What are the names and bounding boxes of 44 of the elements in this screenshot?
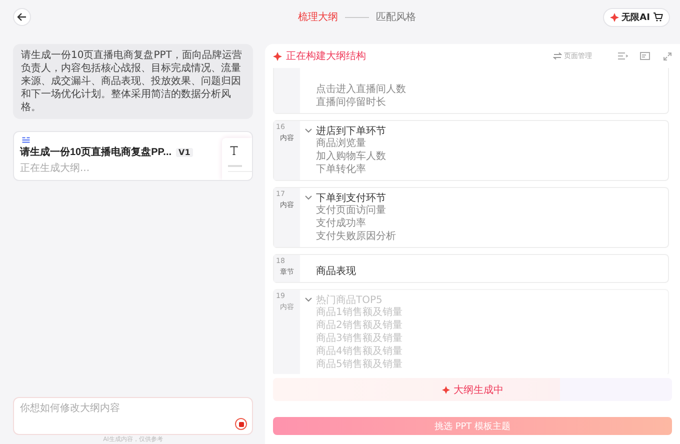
progress-label: 大纲生成中: [454, 384, 504, 396]
stop-button[interactable]: [235, 418, 247, 430]
outline-item: 点击进入直播间人数: [315, 83, 406, 96]
outline-card[interactable]: 请生成一份10页直播电商复盘PP... V1 正在生成大纲...: [13, 131, 253, 181]
cart-icon: [652, 12, 663, 22]
sparkle-icon: [610, 12, 619, 22]
text-icon: [228, 146, 240, 156]
outline-status: 正在构建大纲结构: [286, 50, 366, 63]
chevron-down-icon[interactable]: [305, 128, 312, 133]
sparkle-icon: [273, 52, 282, 60]
outline-item: 商品3销售额及销量: [315, 332, 402, 345]
list-icon[interactable]: [618, 52, 628, 60]
outline-item: 商品浏览量: [315, 137, 367, 150]
swap-icon: [553, 52, 562, 60]
step-tab[interactable]: 匹配风格: [376, 10, 416, 24]
slide-icon[interactable]: [640, 52, 651, 60]
outline-item: 支付失败原因分析: [315, 230, 396, 243]
upgrade-button[interactable]: 无限AI: [602, 8, 670, 26]
back-button[interactable]: [13, 8, 31, 26]
outline-item: 支付成功率: [315, 217, 367, 230]
outline-item: 商品5销售额及销量: [315, 358, 402, 371]
section-heading: 下单到支付环节: [316, 192, 386, 204]
outline-item: 商品4销售额及销量: [315, 345, 402, 358]
prompt-message: 请生成一份10页直播电商复盘PPT，面向品牌运营负责人，内容包括核心战报、目标完成情况、流量来源、成交漏斗、商品表现、投放效果、问题归因和下一场优化计划。整体采用简洁的数据分析风格。: [13, 44, 253, 119]
sparkle-icon: [442, 386, 450, 394]
left-arrow-icon: [17, 12, 27, 22]
outline-item: 商品1销售额及销量: [315, 306, 402, 319]
outline-item: 直播间停留时长: [315, 96, 387, 109]
version-badge: V1: [176, 148, 194, 156]
chapter-title: 商品表现: [315, 264, 356, 278]
outline-title: 请生成一份10页直播电商复盘PP...: [20, 145, 172, 159]
outline-item: 商品2销售额及销量: [315, 319, 402, 332]
input-field[interactable]: 你想如何修改大纲内容: [13, 397, 253, 435]
section-heading: 热门商品TOP5: [316, 294, 382, 306]
outline-item: 支付页面访问量: [315, 204, 387, 217]
step-tab[interactable]: 梳理大纲: [298, 10, 338, 24]
section-heading: 进店到下单环节: [316, 124, 386, 138]
expand-icon[interactable]: [663, 52, 672, 60]
outline-icon: [20, 137, 32, 143]
outline-item: 下单转化率: [315, 163, 367, 176]
outline-status: 正在生成大纲...: [20, 162, 91, 175]
outline-item: 加入购物车人数: [315, 150, 386, 163]
chevron-down-icon[interactable]: [305, 297, 312, 302]
chevron-down-icon[interactable]: [305, 195, 312, 200]
